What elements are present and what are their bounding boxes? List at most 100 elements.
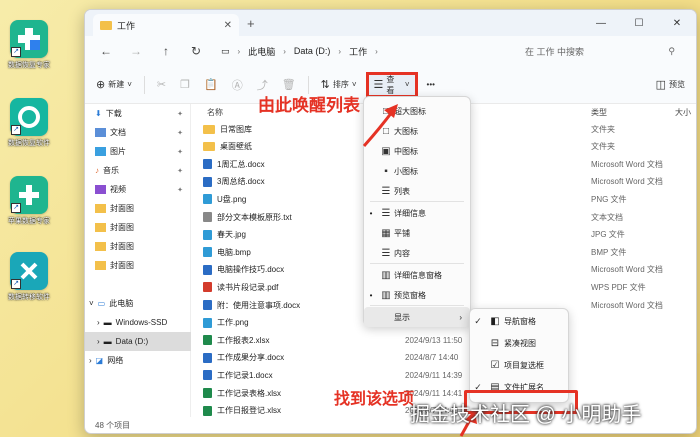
column-header-name[interactable]: 名称 bbox=[207, 104, 223, 120]
file-name: 日常图库 bbox=[220, 124, 252, 134]
file-size: 20 KB bbox=[647, 353, 696, 362]
breadcrumb-work[interactable]: 工作 bbox=[349, 45, 367, 58]
nav-label: 网络 bbox=[107, 356, 124, 365]
close-tab-icon[interactable]: ✕ bbox=[224, 20, 232, 31]
table-row[interactable]: 工作报表2.xlsx 2024/9/13 11:50 11 KB bbox=[191, 331, 696, 349]
nav-label: 封面图 bbox=[110, 204, 134, 213]
file-name: 部分文本模板原形.txt bbox=[217, 212, 292, 222]
show-submenu-item[interactable]: ✓ ◧ 导航窗格 bbox=[470, 311, 568, 331]
tab-work[interactable]: 工作 ✕ bbox=[93, 14, 239, 36]
view-menu-label: 详细信息窗格 bbox=[394, 270, 442, 280]
file-name: 3周总结.docx bbox=[217, 177, 265, 187]
image-file-icon bbox=[203, 194, 212, 205]
view-menu-item[interactable]: • ☰ 详细信息 bbox=[364, 203, 470, 223]
desktop-icon-apple-expert[interactable]: ↗ 苹果数据专家 bbox=[4, 176, 54, 226]
breadcrumb[interactable]: ▭ › 此电脑 › Data (D:) › 工作 › bbox=[215, 40, 511, 62]
column-header-size[interactable]: 大小 bbox=[675, 104, 691, 120]
show-submenu: ✓ ◧ 导航窗格 ⊟ 紧凑视图 ☑ 项目复选框 ✓ ▤ 文件扩展名 bbox=[469, 308, 569, 403]
nav-label: 音乐 bbox=[103, 166, 119, 175]
show-submenu-item[interactable]: ☑ 项目复选框 bbox=[470, 355, 568, 375]
file-type: 文件夹 bbox=[591, 142, 615, 152]
chevron-down-icon: ˅ bbox=[89, 299, 94, 308]
nav-item-documents[interactable]: 文档 ✦ bbox=[85, 123, 191, 142]
word-file-icon bbox=[203, 300, 212, 310]
minimize-button[interactable]: — bbox=[582, 10, 620, 36]
nav-item-music[interactable]: ♪ 音乐 ✦ bbox=[85, 161, 191, 180]
search-input[interactable]: 在 工作 中搜索 ⚲ bbox=[517, 40, 683, 62]
table-row[interactable]: 工作成果分享.docx 2024/8/7 14:40 20 KB bbox=[191, 349, 696, 367]
preview-button[interactable]: ◫ 预览 bbox=[651, 73, 690, 97]
new-button[interactable]: ⊕ 新建 ˅ bbox=[91, 73, 137, 97]
folder-icon bbox=[95, 204, 106, 213]
plus-icon: ⊕ bbox=[96, 79, 106, 91]
back-arrow-icon[interactable]: ← bbox=[91, 44, 121, 58]
pin-icon: ✦ bbox=[177, 186, 183, 194]
file-size: 1,371 KB bbox=[647, 177, 696, 186]
up-arrow-icon[interactable]: ↑ bbox=[151, 44, 181, 58]
nav-item-videos[interactable]: 视频 ✦ bbox=[85, 180, 191, 199]
title-bar: 工作 ✕ + — ☐ ✕ bbox=[85, 10, 696, 36]
monitor-icon: ▭ bbox=[97, 299, 106, 308]
view-menu-label: 显示 bbox=[394, 312, 410, 322]
file-size: 21 KB bbox=[647, 283, 696, 292]
forward-arrow-icon[interactable]: → bbox=[121, 44, 151, 58]
nav-item-downloads[interactable]: ⬇ 下载 ✦ bbox=[85, 104, 191, 123]
navigation-pane: ⬇ 下载 ✦ 文档 ✦ 图片 ✦ ♪ 音乐 ✦ 视频 ✦ 封面图 封面图 封面图 封面图 ˅ ▭… bbox=[85, 104, 191, 417]
pin-icon: ✦ bbox=[177, 148, 183, 156]
nav-item-cover-1[interactable]: 封面图 bbox=[85, 199, 191, 218]
copy-button[interactable]: ❐ bbox=[175, 73, 195, 97]
nav-item-cover-3[interactable]: 封面图 bbox=[85, 237, 191, 256]
view-button[interactable]: ☰ 查看 ˅ bbox=[365, 71, 418, 98]
cut-button[interactable]: ✂ bbox=[152, 73, 171, 97]
nav-item-network[interactable]: › ◪ 网络 bbox=[85, 351, 191, 370]
nav-item-pictures[interactable]: 图片 ✦ bbox=[85, 142, 191, 161]
tab-title: 工作 bbox=[117, 20, 136, 31]
new-tab-button[interactable]: + bbox=[247, 16, 255, 31]
word-file-icon bbox=[203, 370, 212, 381]
rename-button[interactable]: Ⓐ bbox=[227, 73, 248, 97]
desktop-icon-recovery-expert[interactable]: ↗ 数据恢复专家 bbox=[4, 20, 54, 70]
nav-item-cover-4[interactable]: 封面图 bbox=[85, 256, 191, 275]
nav-item-windows-ssd[interactable]: › ▬ Windows-SSD bbox=[85, 313, 191, 332]
chevron-right-icon: › bbox=[459, 312, 462, 322]
show-submenu-item[interactable]: ⊟ 紧凑视图 bbox=[470, 333, 568, 353]
close-button[interactable]: ✕ bbox=[658, 10, 696, 36]
view-menu-item[interactable]: ▦ 平铺 bbox=[364, 223, 470, 243]
view-menu-item[interactable]: ▥ 详细信息窗格 bbox=[364, 265, 470, 285]
video-icon bbox=[95, 185, 106, 194]
red-arrow-icon bbox=[362, 104, 398, 147]
breadcrumb-data-drive[interactable]: Data (D:) bbox=[294, 46, 331, 56]
maximize-button[interactable]: ☐ bbox=[620, 10, 658, 36]
refresh-icon[interactable]: ↻ bbox=[181, 44, 211, 58]
rename-icon: Ⓐ bbox=[231, 79, 243, 92]
more-button[interactable]: ••• bbox=[422, 73, 440, 97]
table-row[interactable]: 工作记录1.docx 2024/9/11 14:39 20 KB bbox=[191, 366, 696, 384]
view-menu-item[interactable]: ▪ 小图标 bbox=[364, 161, 470, 181]
view-menu-item[interactable]: ☰ 列表 bbox=[364, 181, 470, 201]
file-type: 文件夹 bbox=[591, 124, 615, 134]
breadcrumb-this-pc[interactable]: 此电脑 bbox=[248, 45, 275, 58]
view-menu-item[interactable]: • ▥ 预览窗格 bbox=[364, 285, 470, 305]
desktop-icon-transfer-software[interactable]: ↗ 数据转移软件 bbox=[4, 252, 54, 302]
file-name: 工作.png bbox=[217, 318, 249, 328]
text-file-icon bbox=[203, 212, 212, 222]
nav-item-data-drive[interactable]: › ▬ Data (D:) bbox=[85, 332, 191, 351]
desktop-icon-recovery-software[interactable]: ↗ 数据恢复软件 bbox=[4, 98, 54, 148]
file-size: 1,443 KB bbox=[647, 265, 696, 274]
chevron-right-icon: › bbox=[375, 46, 378, 56]
nav-item-this-pc[interactable]: ˅ ▭ 此电脑 bbox=[85, 294, 191, 313]
ring-app-icon: ↗ bbox=[10, 98, 48, 136]
paste-button[interactable]: 📋 bbox=[199, 73, 223, 97]
file-name: 桌面壁纸 bbox=[220, 142, 252, 152]
show-submenu-label: 项目复选框 bbox=[504, 360, 544, 370]
trash-icon: 🗑 bbox=[281, 79, 296, 91]
excel-file-icon bbox=[203, 335, 212, 346]
file-type: JPG 文件 bbox=[591, 230, 625, 240]
menu-divider bbox=[370, 201, 464, 202]
view-menu-item[interactable]: 显示 › bbox=[364, 307, 470, 327]
nav-item-cover-2[interactable]: 封面图 bbox=[85, 218, 191, 237]
word-file-icon bbox=[203, 352, 212, 363]
new-label: 新建 bbox=[108, 80, 125, 89]
column-header-type[interactable]: 类型 bbox=[591, 104, 607, 120]
view-menu-item[interactable]: ☰ 内容 bbox=[364, 243, 470, 263]
